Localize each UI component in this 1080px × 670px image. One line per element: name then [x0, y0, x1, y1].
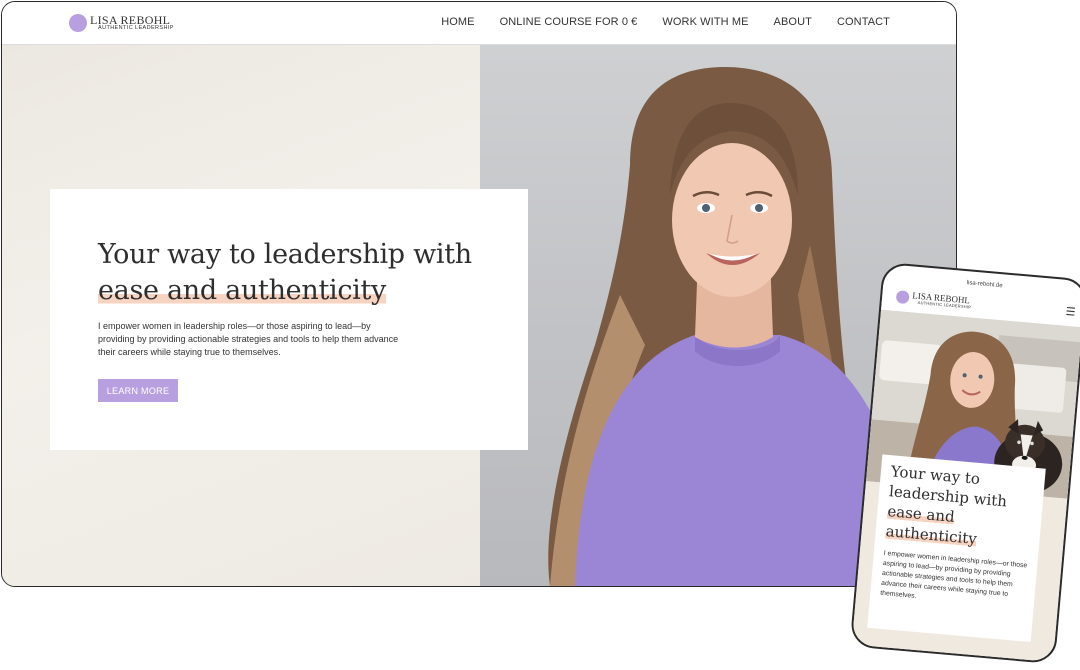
nav-work-with-me[interactable]: WORK WITH ME: [662, 16, 748, 28]
hero-description: I empower women in leadership roles—or t…: [98, 321, 399, 357]
hero-title: Your way to leadership with ease and aut…: [98, 237, 498, 309]
nav-about[interactable]: ABOUT: [774, 16, 812, 28]
desktop-browser-frame: LISA REBOHL AUTHENTIC LEADERSHIP HOME ON…: [1, 1, 957, 587]
site-header: LISA REBOHL AUTHENTIC LEADERSHIP HOME ON…: [2, 2, 956, 45]
nav-online-course[interactable]: ONLINE COURSE FOR 0 €: [500, 16, 638, 28]
mobile-hero-title: Your way to leadership with ease and aut…: [884, 461, 1041, 554]
hero-card: Your way to leadership with ease and aut…: [50, 189, 528, 450]
main-navigation: HOME ONLINE COURSE FOR 0 € WORK WITH ME …: [441, 16, 890, 28]
learn-more-button[interactable]: LEARN MORE: [98, 379, 178, 402]
mobile-logo-circle-icon: [895, 290, 910, 305]
hero-title-highlight: ease and authenticity: [98, 275, 386, 306]
hamburger-icon[interactable]: ☰: [1065, 305, 1076, 319]
mobile-title-highlight2: authenticity: [884, 522, 978, 548]
mobile-hero-description: I empower women in leadership roles—or t…: [880, 549, 1028, 600]
hero-title-line1: Your way to leadership with: [98, 239, 472, 270]
nav-home[interactable]: HOME: [441, 16, 474, 28]
logo-circle-icon: [69, 14, 87, 32]
mobile-hero-card: Your way to leadership with ease and aut…: [867, 454, 1046, 643]
logo-tagline: AUTHENTIC LEADERSHIP: [98, 25, 174, 31]
mobile-phone-frame: lisa-rebohl.de LISA REBOHL AUTHENTIC LEA…: [849, 261, 1080, 665]
nav-contact[interactable]: CONTACT: [837, 16, 890, 28]
